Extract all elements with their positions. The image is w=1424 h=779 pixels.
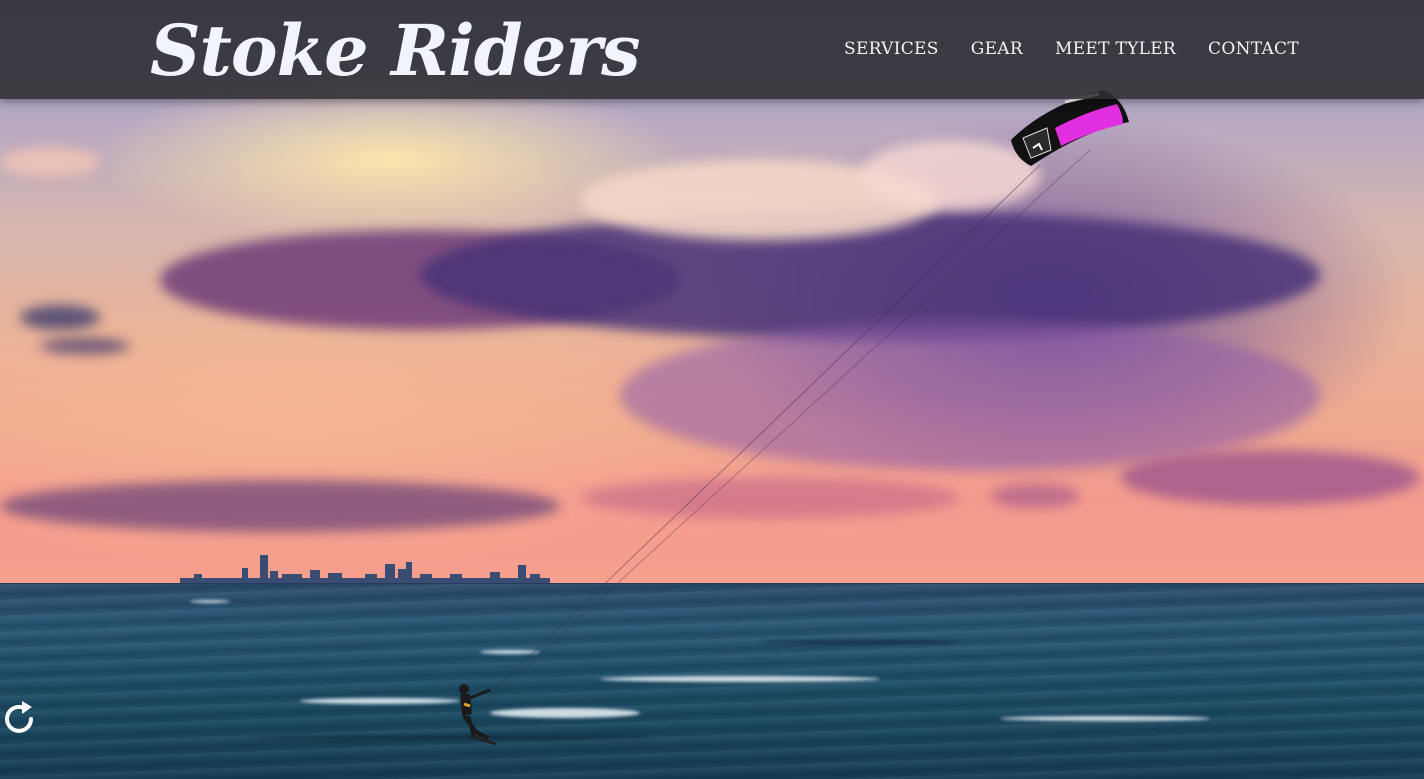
cloud	[620, 320, 1320, 470]
cloud	[990, 484, 1080, 508]
hero-background-image	[0, 0, 1424, 779]
wave-crest	[300, 698, 460, 704]
page: Stoke Riders SERVICES GEAR MEET TYLER CO…	[0, 0, 1424, 779]
kitesurfer-icon	[459, 684, 497, 746]
wave-crest	[1000, 716, 1210, 721]
nav-contact[interactable]: CONTACT	[1208, 38, 1299, 60]
main-nav: SERVICES GEAR MEET TYLER CONTACT	[844, 38, 1299, 60]
cloud	[20, 305, 100, 330]
cloud	[0, 148, 100, 176]
wave-crest	[480, 650, 540, 654]
reload-icon[interactable]	[0, 699, 40, 739]
nav-meet-tyler[interactable]: MEET TYLER	[1055, 38, 1176, 60]
site-header: Stoke Riders SERVICES GEAR MEET TYLER CO…	[0, 0, 1424, 99]
cloud	[40, 338, 130, 354]
wave-crest	[760, 640, 960, 644]
nav-services[interactable]: SERVICES	[844, 38, 939, 60]
wave-crest	[600, 676, 880, 682]
cloud	[1120, 450, 1420, 505]
cloud	[0, 480, 560, 532]
wave-crest	[490, 708, 640, 718]
nav-gear[interactable]: GEAR	[971, 38, 1023, 60]
city-skyline-icon	[180, 555, 550, 586]
kite-icon	[1011, 90, 1129, 166]
site-logo[interactable]: Stoke Riders	[150, 6, 641, 96]
cloud	[580, 478, 960, 518]
wave-crest	[190, 600, 230, 603]
